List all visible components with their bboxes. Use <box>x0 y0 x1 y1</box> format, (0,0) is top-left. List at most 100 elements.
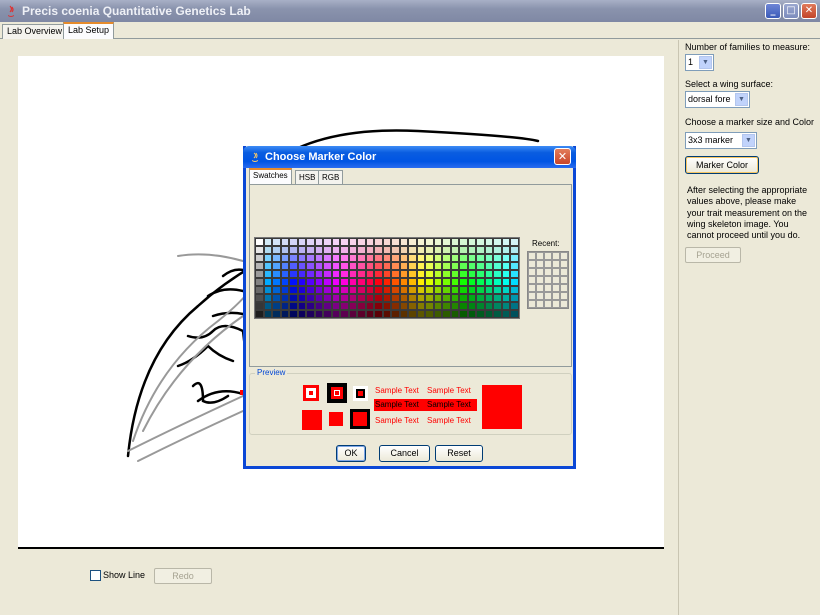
color-swatch[interactable] <box>263 286 272 294</box>
color-swatch[interactable] <box>255 294 264 302</box>
color-swatch[interactable] <box>263 238 272 246</box>
marker-size-select[interactable]: 3x3 marker ▼ <box>685 132 757 149</box>
color-swatch[interactable] <box>433 294 442 302</box>
dialog-close-button[interactable]: ✕ <box>554 148 571 165</box>
color-swatch[interactable] <box>510 294 519 302</box>
color-swatch[interactable] <box>314 278 323 286</box>
color-swatch[interactable] <box>442 246 451 254</box>
color-swatch[interactable] <box>297 302 306 310</box>
color-swatch[interactable] <box>391 270 400 278</box>
color-swatch[interactable] <box>433 278 442 286</box>
color-swatch[interactable] <box>365 278 374 286</box>
color-swatch[interactable] <box>399 310 408 318</box>
color-swatch[interactable] <box>340 238 349 246</box>
color-swatch[interactable] <box>272 310 281 318</box>
color-swatch[interactable] <box>501 262 510 270</box>
color-swatch[interactable] <box>450 262 459 270</box>
recent-swatch[interactable] <box>528 268 536 276</box>
color-swatch[interactable] <box>272 302 281 310</box>
color-swatch[interactable] <box>484 278 493 286</box>
color-swatch[interactable] <box>501 246 510 254</box>
color-swatch[interactable] <box>297 254 306 262</box>
color-swatch[interactable] <box>484 302 493 310</box>
color-swatch[interactable] <box>280 278 289 286</box>
color-swatch[interactable] <box>399 278 408 286</box>
color-swatch[interactable] <box>263 254 272 262</box>
color-swatch[interactable] <box>297 262 306 270</box>
color-swatch[interactable] <box>476 246 485 254</box>
color-swatch[interactable] <box>425 294 434 302</box>
tab-hsb[interactable]: HSB <box>295 170 320 184</box>
color-swatch[interactable] <box>416 310 425 318</box>
color-swatch[interactable] <box>340 270 349 278</box>
color-swatch[interactable] <box>297 286 306 294</box>
color-swatch[interactable] <box>391 302 400 310</box>
color-swatch[interactable] <box>416 278 425 286</box>
color-swatch[interactable] <box>323 262 332 270</box>
color-swatch[interactable] <box>280 270 289 278</box>
color-swatch[interactable] <box>510 254 519 262</box>
color-swatch[interactable] <box>476 294 485 302</box>
recent-swatch[interactable] <box>552 268 560 276</box>
color-swatch[interactable] <box>280 246 289 254</box>
color-swatch[interactable] <box>442 278 451 286</box>
color-swatch[interactable] <box>493 294 502 302</box>
color-swatch[interactable] <box>340 254 349 262</box>
color-swatch[interactable] <box>348 246 357 254</box>
color-swatch[interactable] <box>374 302 383 310</box>
color-swatch[interactable] <box>510 270 519 278</box>
color-swatch[interactable] <box>272 286 281 294</box>
color-swatch[interactable] <box>374 278 383 286</box>
color-swatch[interactable] <box>399 286 408 294</box>
color-swatch[interactable] <box>408 302 417 310</box>
color-swatch[interactable] <box>314 262 323 270</box>
color-swatch[interactable] <box>476 286 485 294</box>
color-swatch[interactable] <box>425 246 434 254</box>
color-swatch[interactable] <box>425 254 434 262</box>
color-swatch[interactable] <box>263 302 272 310</box>
color-swatch[interactable] <box>425 278 434 286</box>
color-swatch[interactable] <box>391 286 400 294</box>
color-swatch[interactable] <box>314 246 323 254</box>
color-swatch[interactable] <box>450 238 459 246</box>
recent-swatch[interactable] <box>560 292 568 300</box>
color-swatch[interactable] <box>289 310 298 318</box>
color-swatch[interactable] <box>459 246 468 254</box>
color-swatch[interactable] <box>493 278 502 286</box>
color-swatch[interactable] <box>365 262 374 270</box>
color-swatch[interactable] <box>306 310 315 318</box>
color-swatch[interactable] <box>442 238 451 246</box>
color-swatch[interactable] <box>459 254 468 262</box>
color-swatch[interactable] <box>484 270 493 278</box>
color-swatch[interactable] <box>408 310 417 318</box>
color-swatch[interactable] <box>323 294 332 302</box>
color-swatch[interactable] <box>331 278 340 286</box>
color-swatch[interactable] <box>306 262 315 270</box>
color-swatch[interactable] <box>510 262 519 270</box>
color-swatch[interactable] <box>263 246 272 254</box>
color-swatch[interactable] <box>323 270 332 278</box>
color-swatch[interactable] <box>493 262 502 270</box>
color-swatch[interactable] <box>323 278 332 286</box>
color-swatch[interactable] <box>459 238 468 246</box>
color-swatch[interactable] <box>314 294 323 302</box>
color-swatch[interactable] <box>331 294 340 302</box>
color-swatch[interactable] <box>484 254 493 262</box>
color-swatch[interactable] <box>493 286 502 294</box>
swatch-grid[interactable] <box>254 237 520 319</box>
color-swatch[interactable] <box>255 286 264 294</box>
color-swatch[interactable] <box>399 246 408 254</box>
color-swatch[interactable] <box>357 270 366 278</box>
color-swatch[interactable] <box>382 302 391 310</box>
recent-swatch[interactable] <box>544 276 552 284</box>
color-swatch[interactable] <box>442 310 451 318</box>
color-swatch[interactable] <box>272 294 281 302</box>
color-swatch[interactable] <box>450 254 459 262</box>
color-swatch[interactable] <box>476 270 485 278</box>
color-swatch[interactable] <box>493 270 502 278</box>
color-swatch[interactable] <box>297 270 306 278</box>
recent-swatch[interactable] <box>536 252 544 260</box>
color-swatch[interactable] <box>416 294 425 302</box>
recent-swatch[interactable] <box>536 292 544 300</box>
color-swatch[interactable] <box>357 310 366 318</box>
